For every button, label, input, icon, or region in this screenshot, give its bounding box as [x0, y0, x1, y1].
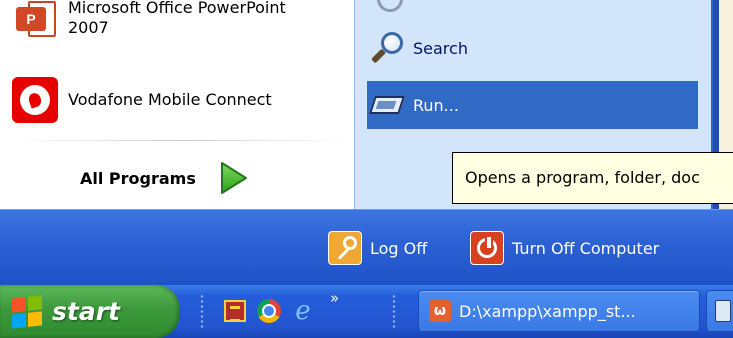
- run-icon: [367, 85, 407, 125]
- program-item-powerpoint[interactable]: P Microsoft Office PowerPoint 2007: [12, 0, 346, 44]
- turn-off-computer-button[interactable]: Turn Off Computer: [470, 230, 659, 266]
- menu-item-search[interactable]: Search: [367, 24, 698, 72]
- toolbar-grip[interactable]: [392, 294, 396, 330]
- menu-item-label: Search: [413, 38, 468, 58]
- taskbar-button-xampp[interactable]: ω D:\xampp\xampp_st...: [418, 290, 700, 332]
- search-icon: [367, 28, 407, 68]
- partial-icon: [377, 0, 403, 12]
- powerpoint-icon: P: [12, 0, 58, 41]
- winrar-icon[interactable]: [222, 298, 248, 324]
- program-label: Vodafone Mobile Connect: [68, 90, 272, 109]
- key-icon: [328, 231, 362, 265]
- log-off-label: Log Off: [370, 238, 428, 258]
- xampp-icon: ω: [429, 300, 451, 322]
- window-icon: [715, 300, 731, 322]
- menu-separator: [14, 140, 348, 141]
- start-button[interactable]: start: [0, 285, 180, 338]
- menu-item-run[interactable]: Run...: [367, 81, 698, 129]
- run-tooltip: Opens a program, folder, doc: [452, 152, 733, 204]
- start-menu-footer: Log Off Turn Off Computer: [0, 209, 733, 285]
- green-arrow-icon: [220, 162, 247, 194]
- internet-explorer-icon[interactable]: e: [290, 296, 316, 326]
- overflow-chevron[interactable]: »: [330, 289, 339, 307]
- turn-off-label: Turn Off Computer: [512, 238, 660, 258]
- windows-flag-icon: [12, 294, 42, 329]
- vodafone-icon: [12, 77, 58, 123]
- program-label: Microsoft Office PowerPoint 2007: [68, 0, 286, 37]
- log-off-button[interactable]: Log Off: [328, 230, 427, 266]
- start-menu-left-pane: P Microsoft Office PowerPoint 2007 Vodaf…: [0, 0, 354, 209]
- menu-item-label: Run...: [413, 95, 459, 115]
- chrome-icon[interactable]: [256, 298, 282, 324]
- task-button-label: D:\xampp\xampp_st...: [459, 301, 636, 321]
- program-item-vodafone[interactable]: Vodafone Mobile Connect: [12, 74, 346, 126]
- toolbar-grip[interactable]: [200, 294, 204, 330]
- taskbar-button-partial[interactable]: [706, 290, 733, 332]
- power-icon: [470, 231, 504, 265]
- start-label: start: [52, 297, 120, 326]
- all-programs-button[interactable]: All Programs: [80, 158, 248, 198]
- taskbar: start e » ω D:\xampp\xampp_st...: [0, 285, 733, 338]
- all-programs-label: All Programs: [80, 168, 196, 188]
